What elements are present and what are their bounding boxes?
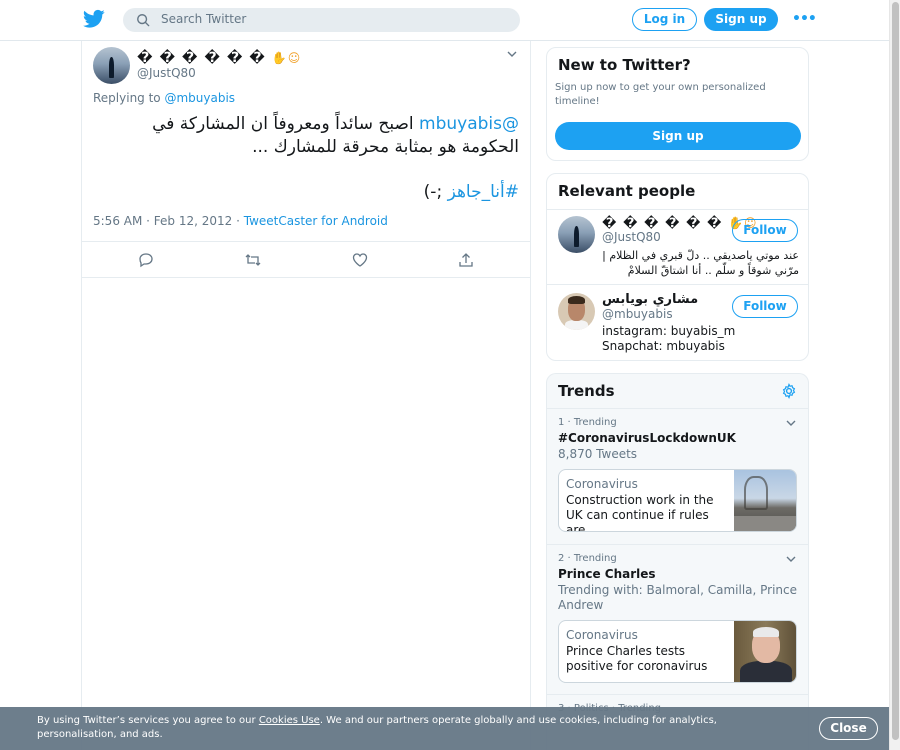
news-category: Coronavirus: [566, 477, 638, 491]
chevron-down-icon[interactable]: [785, 417, 797, 429]
person-bio: عند موتي ياصديقي .. دلّ قبري في الظلام |…: [602, 249, 799, 277]
trend-name: Prince Charles: [558, 567, 656, 581]
follow-button[interactable]: Follow: [732, 295, 798, 318]
tweet-source-link[interactable]: TweetCaster for Android: [244, 214, 388, 228]
news-thumbnail: [734, 470, 796, 531]
search-bar[interactable]: Search Twitter: [123, 8, 520, 32]
trend-item[interactable]: 2 · Trending Prince Charles Trending wit…: [547, 544, 808, 694]
news-thumbnail: [734, 621, 796, 682]
tweet-timestamp: 5:56 AM · Feb 12, 2012 · TweetCaster for…: [93, 214, 388, 228]
cookie-banner: By using Twitter’s services you agree to…: [0, 707, 889, 750]
chevron-down-icon[interactable]: [785, 553, 797, 565]
trend-tweet-count: 8,870 Tweets: [558, 447, 638, 461]
tweet-hashtag-line: #أنا_جاهز ;-): [423, 182, 519, 202]
retweet-icon[interactable]: [245, 252, 261, 268]
twitter-logo-icon[interactable]: [83, 9, 105, 29]
share-icon[interactable]: [458, 252, 474, 268]
signup-button[interactable]: Sign up: [704, 8, 778, 31]
person-bio: instagram: buyabis_m Snapchat: mbuyabis: [602, 324, 736, 353]
more-options-icon[interactable]: •••: [792, 11, 817, 27]
card-title: New to Twitter?: [558, 56, 691, 74]
new-to-twitter-card: New to Twitter? Sign up now to get your …: [546, 47, 809, 161]
trend-meta: 1 · Trending: [558, 417, 617, 428]
tweet: � � � � � � ✋☺ @JustQ80 Replying to @mbu…: [82, 41, 530, 278]
trend-news-card[interactable]: Coronavirus Construction work in the UK …: [558, 469, 797, 532]
tweet-author-handle[interactable]: @JustQ80: [137, 66, 196, 80]
news-headline: Construction work in the UK can continue…: [566, 493, 714, 532]
gear-icon[interactable]: [781, 383, 797, 399]
card-title: Trends: [558, 382, 615, 400]
avatar[interactable]: [93, 47, 130, 84]
trend-name: #CoronavirusLockdownUK: [558, 431, 736, 445]
tweet-author-name[interactable]: � � � � � � ✋☺: [137, 50, 301, 66]
top-nav-bar: Search Twitter Log in Sign up •••: [0, 0, 889, 41]
sidebar-signup-button[interactable]: Sign up: [555, 122, 801, 150]
card-description: Sign up now to get your own personalized…: [555, 82, 766, 107]
card-title: Relevant people: [558, 182, 696, 200]
replying-to-link[interactable]: @mbuyabis: [164, 91, 235, 105]
search-icon: [137, 14, 150, 27]
tweet-actions: [82, 241, 530, 277]
main-column: � � � � � � ✋☺ @JustQ80 Replying to @mbu…: [81, 41, 531, 750]
replying-to: Replying to @mbuyabis: [93, 91, 236, 105]
avatar[interactable]: [558, 293, 595, 330]
chevron-down-icon[interactable]: [506, 48, 518, 60]
author-emoji: ✋☺: [271, 51, 302, 65]
close-button[interactable]: Close: [819, 717, 878, 740]
scrollbar[interactable]: [889, 0, 900, 750]
divider: [547, 284, 808, 285]
trend-item[interactable]: 1 · Trending #CoronavirusLockdownUK 8,87…: [547, 408, 808, 544]
trend-context: Trending with: Balmoral, Camilla, Prince…: [558, 583, 798, 612]
divider: [547, 209, 808, 210]
search-input[interactable]: Search Twitter: [161, 12, 246, 26]
cookies-use-link[interactable]: Cookies Use: [259, 715, 320, 726]
trend-meta: 2 · Trending: [558, 553, 617, 564]
mention-link[interactable]: @mbuyabis: [419, 114, 519, 134]
person-handle[interactable]: @JustQ80: [602, 230, 661, 244]
person-name[interactable]: مشاري بويابس: [602, 292, 698, 307]
reply-icon[interactable]: [138, 252, 154, 268]
scrollbar-thumb[interactable]: [892, 2, 899, 740]
tweet-text: @mbuyabis اصبح سائداً ومعروفاً ان المشار…: [152, 114, 519, 157]
login-button[interactable]: Log in: [632, 8, 697, 31]
like-icon[interactable]: [352, 252, 368, 268]
trends-card: Trends 1 · Trending #CoronavirusLockdown…: [546, 373, 809, 750]
cookie-text: By using Twitter’s services you agree to…: [37, 715, 717, 740]
avatar[interactable]: [558, 216, 595, 253]
news-category: Coronavirus: [566, 628, 638, 642]
person-handle[interactable]: @mbuyabis: [602, 307, 673, 321]
relevant-people-card: Relevant people � � � � � � ✋☺ @JustQ80 …: [546, 173, 809, 361]
follow-button[interactable]: Follow: [732, 219, 798, 242]
hashtag-link[interactable]: #أنا_جاهز: [448, 182, 519, 202]
trend-news-card[interactable]: Coronavirus Prince Charles tests positiv…: [558, 620, 797, 683]
news-headline: Prince Charles tests positive for corona…: [566, 644, 708, 673]
